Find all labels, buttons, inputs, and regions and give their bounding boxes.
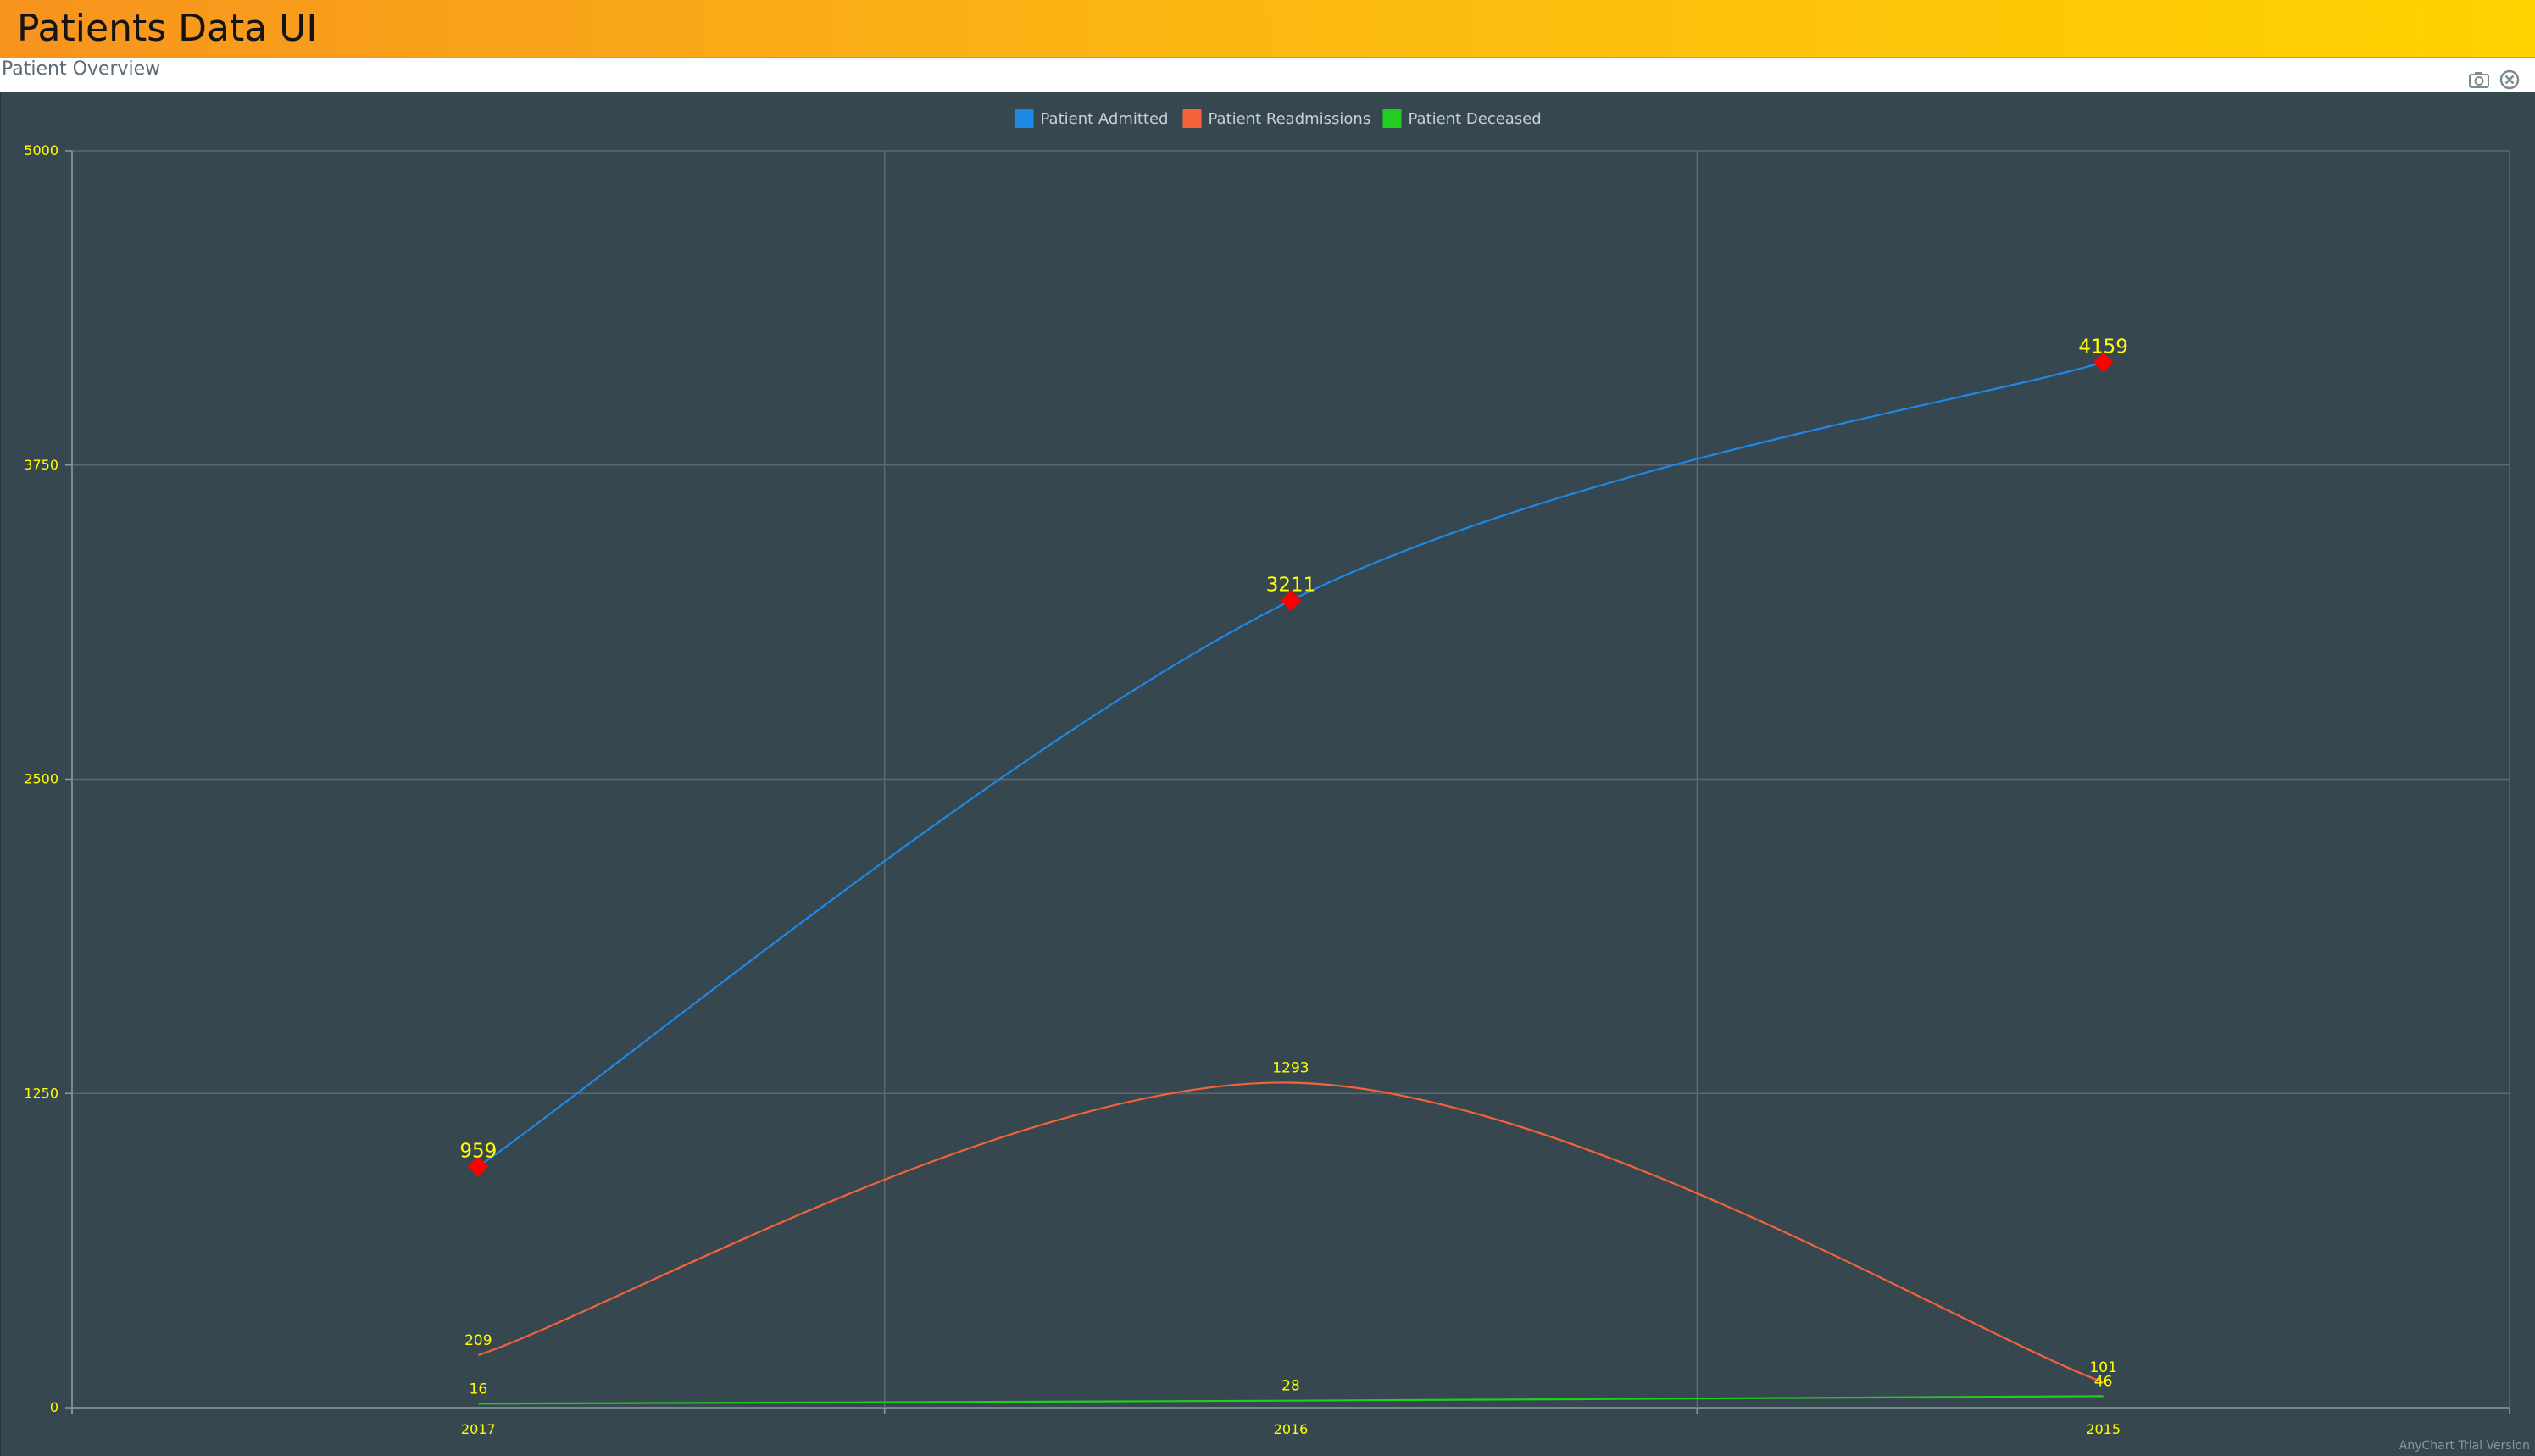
chart-panel: 0 1250 2500 3750 5000 2017 2016 2015 959 3211 4159… — [0, 92, 2535, 1456]
data-label: 209 — [464, 1332, 492, 1349]
legend-label: Patient Admitted — [1041, 110, 1169, 128]
panel-header: Patient Overview — [0, 58, 2535, 92]
series-line-patient-deceased — [478, 1395, 2104, 1405]
y-tick-label: 3750 — [24, 457, 58, 473]
y-tick-label: 1250 — [24, 1085, 58, 1101]
legend-swatch — [1015, 109, 1034, 128]
panel-title: Patient Overview — [2, 58, 161, 80]
close-icon[interactable] — [2499, 69, 2521, 90]
x-tick-label: 2016 — [1274, 1421, 1309, 1437]
camera-icon[interactable] — [2468, 69, 2490, 90]
app-title: Patients Data UI — [17, 7, 318, 50]
app-header: Patients Data UI — [0, 0, 2535, 58]
data-label: 3211 — [1266, 575, 1316, 597]
data-label: 4159 — [2078, 336, 2128, 358]
y-tick-label: 0 — [50, 1399, 58, 1415]
x-tick-label: 2015 — [2086, 1421, 2121, 1437]
y-tick-label: 2500 — [24, 771, 58, 787]
data-label: 959 — [459, 1141, 497, 1163]
legend-label: Patient Readmissions — [1209, 110, 1371, 128]
legend-swatch — [1182, 109, 1202, 128]
credits-text: AnyChart Trial Version — [2399, 1439, 2530, 1453]
legend-swatch — [1382, 109, 1402, 128]
line-chart: 0 1250 2500 3750 5000 2017 2016 2015 959 3211 4159… — [24, 109, 2510, 1437]
series-line-patient-admitted — [477, 361, 2104, 1168]
legend-label: Patient Deceased — [1409, 110, 1542, 128]
data-label: 28 — [1281, 1378, 1300, 1395]
y-tick-label: 5000 — [24, 142, 58, 158]
data-label: 46 — [2094, 1373, 2113, 1390]
data-label: 1293 — [1272, 1059, 1309, 1076]
series-line-patient-readmissions — [477, 1081, 2104, 1384]
x-tick-label: 2017 — [461, 1421, 496, 1437]
data-label: 16 — [470, 1381, 488, 1398]
